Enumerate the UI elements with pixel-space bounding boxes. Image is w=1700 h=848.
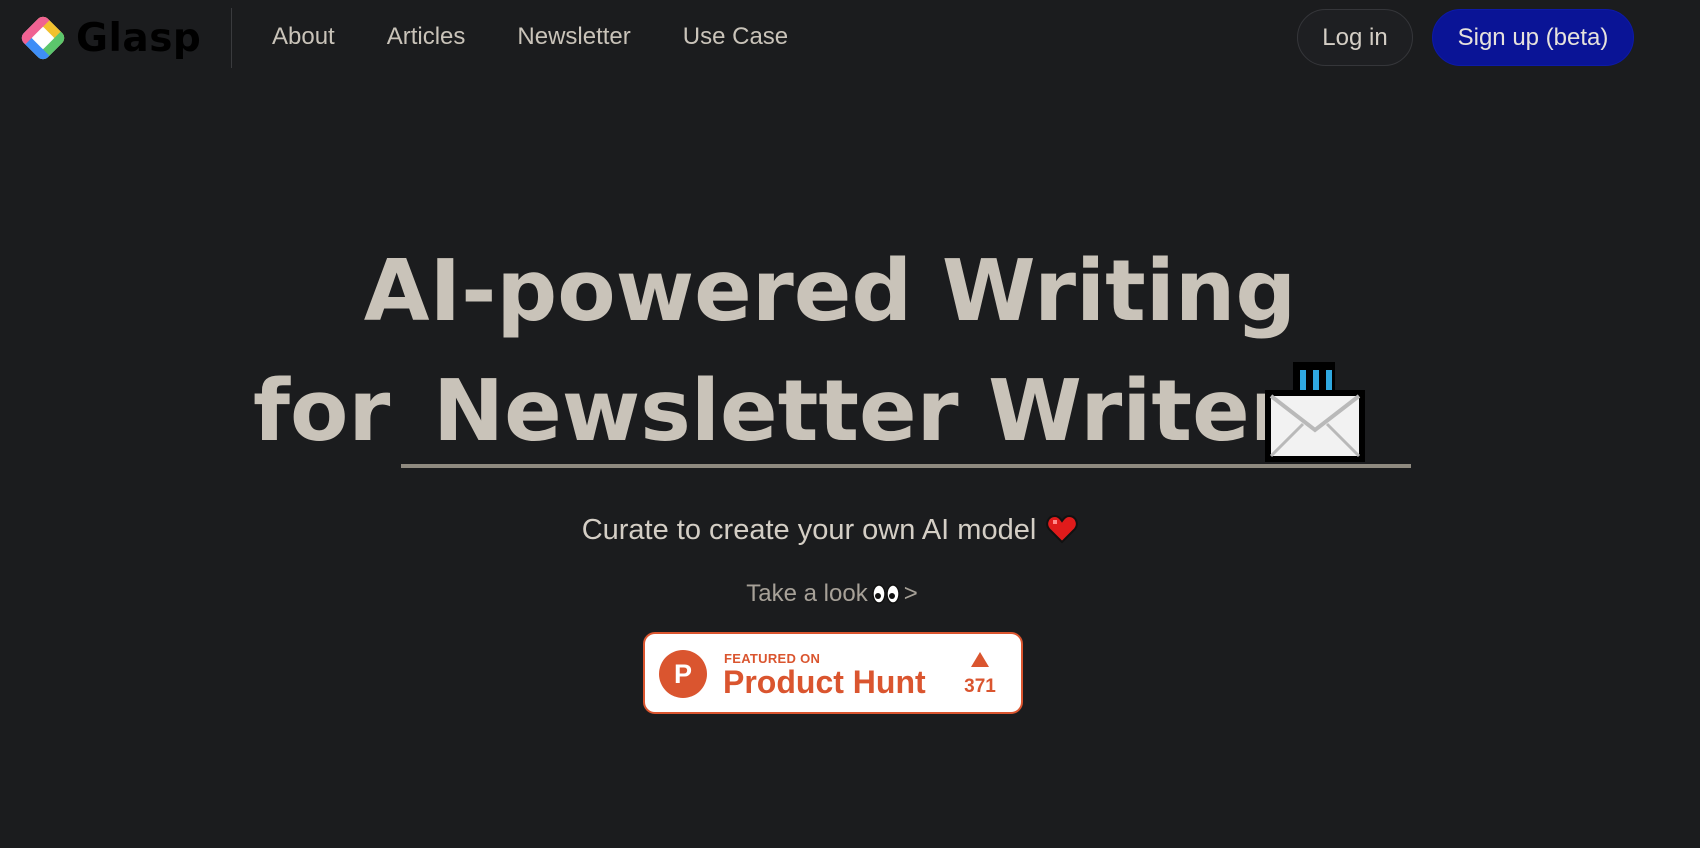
red-heart-icon: [1046, 514, 1079, 544]
site-header: Glasp About Articles Newsletter Use Case…: [0, 0, 1700, 76]
take-a-look-text: Take a look: [746, 580, 868, 607]
incoming-envelope-icon: [1265, 362, 1365, 462]
glasp-logo[interactable]: Glasp: [18, 12, 201, 64]
product-hunt-badge[interactable]: P FEATURED ON Product Hunt 371: [643, 632, 1023, 714]
logo-text: Glasp: [76, 15, 202, 61]
main-nav: About Articles Newsletter Use Case: [272, 22, 788, 52]
product-hunt-upvote-count: 371: [964, 676, 996, 697]
upvote-arrow-icon: [971, 652, 989, 667]
product-hunt-logo-letter: P: [674, 659, 692, 689]
nav-use-case[interactable]: Use Case: [683, 22, 788, 52]
hero-title-prefix: for: [253, 362, 391, 461]
login-button[interactable]: Log in: [1297, 9, 1413, 66]
glasp-logo-icon: [21, 16, 65, 60]
nav-articles[interactable]: Articles: [387, 22, 466, 52]
signup-button[interactable]: Sign up (beta): [1432, 9, 1634, 66]
hero-subtitle-text: Curate to create your own AI model: [581, 514, 1037, 546]
header-divider: [231, 8, 232, 68]
nav-newsletter[interactable]: Newsletter: [517, 22, 630, 52]
product-hunt-name: Product Hunt: [723, 664, 926, 700]
hero-title-line1: AI-powered Writing: [363, 242, 1297, 341]
hero-highlight-text: Newsletter Writers: [433, 362, 1343, 461]
hero-highlight: Newsletter Writers: [401, 362, 1411, 468]
take-a-look-link[interactable]: Take a look >: [0, 578, 1664, 610]
product-hunt-logo-icon: P: [659, 650, 707, 698]
nav-about[interactable]: About: [272, 22, 335, 52]
take-a-look-arrow: >: [903, 580, 918, 607]
eyes-icon: [871, 584, 900, 604]
hero-subtitle: Curate to create your own AI model: [0, 510, 1660, 550]
